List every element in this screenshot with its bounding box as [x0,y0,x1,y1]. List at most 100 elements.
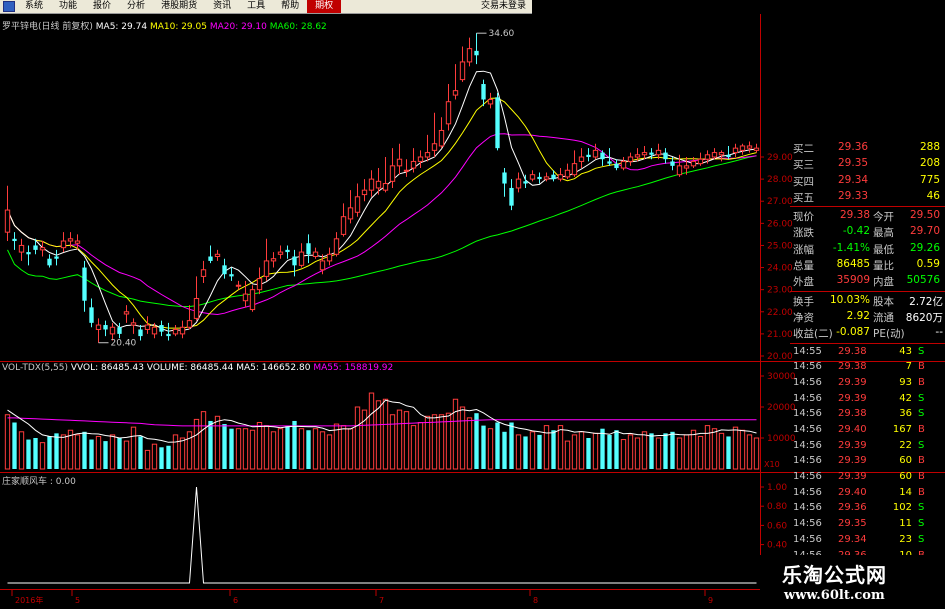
volume-bar [193,418,200,470]
candle-body [403,169,410,172]
bid-label: 买四 [793,175,814,188]
candle-body [586,154,591,157]
tick-time: 14:56 [793,486,822,498]
candle-body [306,243,311,255]
volume-bar [683,434,690,470]
tick-time: 14:56 [793,471,822,483]
info-value: -- [935,326,943,339]
volume-bar [529,431,536,470]
candle-body [285,249,290,253]
info-label: 流通 [873,311,894,324]
tick-side: S [918,439,925,451]
candle-body [474,50,479,56]
volume-bar [103,441,108,469]
tick-volume: 93 [899,376,912,388]
volume-bar [753,437,760,470]
tick-price: 29.39 [838,455,867,467]
volume-bar [123,440,130,470]
info-row: 净资 2.92 流通 8620万 [790,309,945,325]
info-label: 换手 [793,295,814,308]
ma-legend-item: MA5: 29.74 [95,22,148,32]
candle-body [704,154,711,160]
candle-body [151,326,158,335]
quote-divider [790,342,945,344]
volume-bar [495,422,500,469]
volume-bar [487,428,494,470]
volume-bar [614,430,619,469]
volume-bar [551,430,556,469]
volume-bar [474,413,479,469]
candle-body [333,238,340,255]
tick-time: 14:56 [793,376,822,388]
volume-bar [607,434,612,469]
candle-body [375,180,382,189]
bid-price: 29.35 [838,157,869,170]
time-axis-label: 6 [233,596,238,605]
volume-bar [515,434,522,470]
volume-legend-item: VOL-TDX(5,55) [2,363,71,373]
bid-volume: 208 [919,157,940,170]
volume-bar [12,422,17,469]
stat-label: 外盘 [793,276,814,289]
ma-legend-item: MA10: 29.05 [147,22,207,32]
volume-bar [641,431,648,470]
volume-bar [326,434,333,470]
tick-price: 29.39 [838,392,867,404]
candle-body [711,152,718,158]
candle-body [600,152,605,160]
candle-body [179,326,186,335]
candle-body [159,325,164,332]
tick-side: B [918,455,925,467]
candle-body [18,244,25,253]
volume-bar [543,425,550,470]
bid-label: 买五 [793,191,814,204]
tick-price: 29.39 [838,471,867,483]
candle-body [495,97,500,149]
ma-legend-item: MA20: 29.10 [206,22,267,32]
candle-body [222,265,227,275]
time-axis-label: 2016年 [15,595,43,605]
volume-panel-header: VOL-TDX(5,55) VVOL: 86485.43 VOLUME: 864… [2,363,393,373]
volume-bar [676,437,683,470]
ma-legend-item: MA60: 28.62 [266,22,327,32]
stat-label: 总量 [793,260,814,273]
tick-volume: 22 [899,439,912,451]
volume-bar [537,434,542,469]
candle-body [172,328,179,335]
volume-bar [130,426,137,470]
volume-bar [95,435,102,470]
stat-row: 涨幅 -1.41% 最低 29.26 [790,241,945,257]
volume-bar [523,436,528,469]
candle-body [67,238,74,242]
volume-bar [403,411,410,470]
volume-bar [481,425,486,469]
tick-volume: 23 [899,533,912,545]
candle-body [459,61,466,81]
candle-body [117,327,122,334]
volume-bar [298,428,305,470]
tick-side: S [918,502,925,514]
candle-body [33,245,38,250]
candle-body [396,158,403,167]
tick-price: 29.35 [838,518,867,530]
volume-bar [166,445,171,469]
info-label: 股本 [873,295,894,308]
tick-time: 14:56 [793,408,822,420]
stat-row: 外盘 35909 内盘 50576 [790,273,945,289]
tick-time: 14:56 [793,361,822,373]
volume-bar [319,431,326,470]
stat-label: 涨幅 [793,243,814,256]
volume-bar [396,409,403,470]
volume-bar [312,428,319,470]
volume-bar [18,431,25,470]
tick-row: 14:56 29.40 167 B [790,423,945,439]
volume-bar [697,435,704,470]
candle-body [502,172,507,184]
volume-bar [347,428,354,470]
candle-body [54,256,59,259]
volume-bar [249,429,256,470]
candle-body [382,183,389,191]
quote-panel: 买二 29.36 288 买三 29.35 208 买四 29.34 775 买五 29.33 46 现… [790,140,945,596]
volume-bar [200,411,207,470]
candle-body [263,260,270,277]
